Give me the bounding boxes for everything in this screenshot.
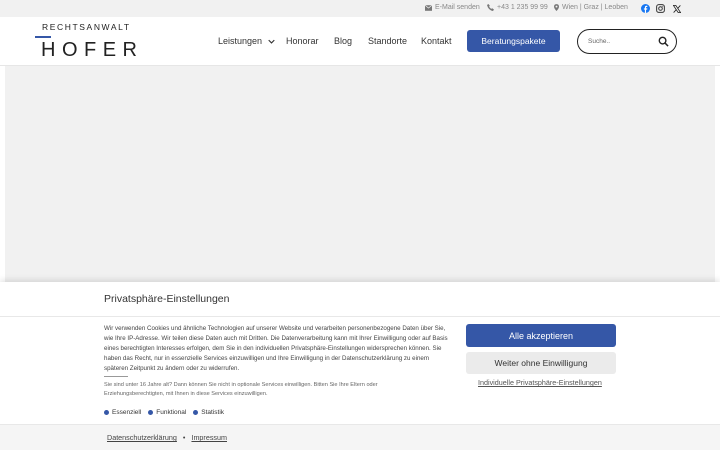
phone-link[interactable]: +43 1 235 99 99	[487, 4, 548, 11]
consent-title: Privatsphäre-Einstellungen	[104, 293, 230, 305]
category-dot	[148, 410, 154, 415]
beratungspakete-button[interactable]: Beratungspakete	[467, 30, 560, 52]
continue-without-consent-button[interactable]: Weiter ohne Einwilligung	[466, 352, 616, 374]
footer-separator: •	[182, 433, 186, 442]
facebook-icon	[641, 4, 650, 13]
nav-item-blog[interactable]: Blog	[334, 36, 352, 46]
nav-item-honorar[interactable]: Honorar	[286, 36, 319, 46]
phone-label: +43 1 235 99 99	[497, 4, 548, 11]
chevron-down-icon	[267, 39, 275, 44]
logo-accent-bar	[35, 36, 51, 38]
individual-settings-link[interactable]: Individuelle Privatsphäre-Einstellungen	[478, 378, 602, 387]
accept-all-button[interactable]: Alle akzeptieren	[466, 324, 616, 347]
category-label: Essenziell	[112, 409, 142, 416]
imprint-link[interactable]: Impressum	[191, 433, 227, 442]
consent-age-notice: Sie sind unter 16 Jahre alt? Dann können…	[104, 382, 378, 397]
top-info-bar: E-Mail senden +43 1 235 99 99 Wien | Gra…	[0, 0, 720, 17]
search-box	[577, 29, 677, 54]
x-icon	[672, 4, 681, 13]
category-label: Funktional	[156, 409, 187, 416]
category-label: Statistik	[201, 409, 225, 416]
email-link[interactable]: E-Mail senden	[425, 4, 480, 11]
search-icon[interactable]	[658, 36, 669, 47]
instagram-icon	[656, 4, 665, 13]
map-marker-icon	[554, 4, 559, 11]
facebook-link[interactable]	[640, 3, 651, 14]
nav-item-standorte[interactable]: Standorte	[368, 36, 407, 46]
consent-description: Wir verwenden Cookies und ähnliche Techn…	[104, 325, 448, 372]
site-header: RECHTSANWALT HOFER Leistungen Honorar Bl…	[0, 17, 720, 66]
consent-short-divider	[104, 376, 128, 377]
logo-title: HOFER	[41, 39, 144, 61]
nav-item-kontakt[interactable]: Kontakt	[421, 36, 452, 46]
email-label: E-Mail senden	[435, 4, 480, 11]
envelope-icon	[425, 4, 432, 11]
nav-label: Leistungen	[218, 36, 263, 46]
main-content-area	[5, 66, 715, 296]
instagram-link[interactable]	[655, 3, 666, 14]
consent-divider	[0, 316, 720, 317]
phone-icon	[487, 4, 494, 11]
consent-footer: Datenschutzerklärung • Impressum	[0, 424, 720, 450]
category-statistik: Statistik	[193, 409, 224, 416]
location-link[interactable]: Wien | Graz | Leoben	[554, 4, 628, 11]
category-funktional: Funktional	[148, 409, 186, 416]
category-dot	[104, 410, 109, 415]
search-input[interactable]	[588, 36, 656, 47]
category-dot	[193, 410, 199, 415]
consent-categories: Essenziell Funktional Statistik	[104, 409, 224, 416]
x-link[interactable]	[671, 3, 682, 14]
category-essenziell: Essenziell	[104, 409, 141, 416]
cookie-consent-banner: Privatsphäre-Einstellungen Wir verwenden…	[0, 282, 720, 450]
privacy-policy-link[interactable]: Datenschutzerklärung	[107, 433, 177, 442]
nav-item-leistungen[interactable]: Leistungen	[218, 36, 275, 46]
logo-subtitle: RECHTSANWALT	[42, 22, 131, 32]
location-label: Wien | Graz | Leoben	[562, 4, 628, 11]
